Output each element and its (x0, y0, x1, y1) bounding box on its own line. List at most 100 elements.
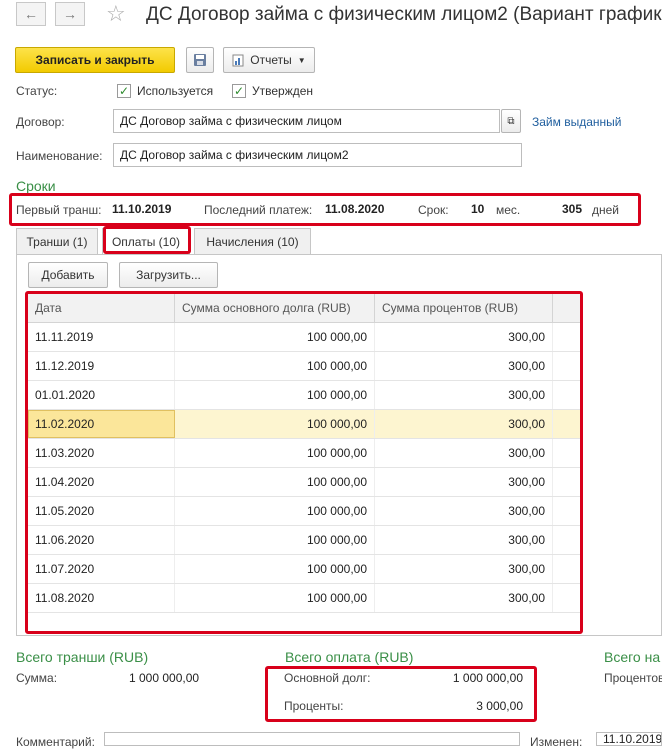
in-use-checkbox[interactable]: ✓ (117, 84, 131, 98)
table-row[interactable]: 11.03.2020 100 000,00 300,00 (28, 439, 580, 468)
cell-principal[interactable]: 100 000,00 (175, 468, 375, 496)
column-interest[interactable]: Сумма процентов (RUB) (375, 293, 553, 322)
first-tranche-value: 11.10.2019 (112, 202, 172, 216)
forward-button[interactable]: → (55, 2, 85, 26)
cell-principal[interactable]: 100 000,00 (175, 497, 375, 525)
cell-principal[interactable]: 100 000,00 (175, 381, 375, 409)
sum-value: 1 000 000,00 (129, 671, 200, 685)
floppy-disk-icon (194, 54, 206, 66)
name-field[interactable]: ДС Договор займа с физическим лицом2 (113, 143, 522, 167)
save-button[interactable] (186, 47, 214, 73)
tab-tranches[interactable]: Транши (1) (16, 228, 98, 254)
arrow-right-icon: → (63, 6, 77, 22)
cell-date[interactable]: 11.03.2020 (28, 439, 175, 467)
contract-type-link[interactable]: Займ выданный (532, 115, 621, 129)
table-header: Дата Сумма основного долга (RUB) Сумма п… (28, 293, 580, 323)
report-icon (232, 54, 244, 66)
cell-date[interactable]: 11.06.2020 (28, 526, 175, 554)
table-row[interactable]: 11.11.2019 100 000,00 300,00 (28, 323, 580, 352)
interest-label: Проценты: (284, 699, 344, 713)
cell-interest[interactable]: 300,00 (375, 352, 553, 380)
table-row[interactable]: 01.01.2020 100 000,00 300,00 (28, 381, 580, 410)
cell-interest[interactable]: 300,00 (375, 410, 553, 438)
changed-field: 11.10.2019 (596, 732, 662, 746)
load-button[interactable]: Загрузить... (119, 262, 218, 288)
cell-filler (553, 526, 580, 554)
comment-label: Комментарий: (16, 735, 95, 749)
contract-field[interactable]: ДС Договор займа с физическим лицом (113, 109, 500, 133)
approved-label: Утвержден (252, 84, 314, 98)
cell-filler (553, 439, 580, 467)
terms-heading: Сроки (16, 178, 56, 194)
column-date[interactable]: Дата (28, 293, 175, 322)
tab-accruals[interactable]: Начисления (10) (194, 228, 311, 254)
cell-interest[interactable]: 300,00 (375, 468, 553, 496)
term-label: Срок: (418, 203, 449, 217)
open-contract-button[interactable]: ⧉ (501, 109, 521, 133)
checkmark-icon: ✓ (233, 84, 245, 98)
cell-principal[interactable]: 100 000,00 (175, 323, 375, 351)
changed-label: Изменен: (530, 735, 583, 749)
cell-date[interactable]: 11.11.2019 (28, 323, 175, 351)
cell-filler (553, 555, 580, 583)
cell-filler (553, 497, 580, 525)
cell-date[interactable]: 11.05.2020 (28, 497, 175, 525)
principal-label: Основной долг: (284, 671, 371, 685)
cell-principal[interactable]: 100 000,00 (175, 439, 375, 467)
tranches-total-heading: Всего транши (RUB) (16, 649, 149, 665)
tab-payments[interactable]: Оплаты (10) (102, 228, 190, 255)
cell-date[interactable]: 11.07.2020 (28, 555, 175, 583)
cell-principal[interactable]: 100 000,00 (175, 584, 375, 612)
cell-date[interactable]: 11.12.2019 (28, 352, 175, 380)
status-label: Статус: (16, 84, 58, 98)
cell-date[interactable]: 11.02.2020 (28, 410, 175, 438)
table-row[interactable]: 11.06.2020 100 000,00 300,00 (28, 526, 580, 555)
term-months-value: 10 (471, 202, 485, 216)
comment-field[interactable] (104, 732, 520, 746)
cell-interest[interactable]: 300,00 (375, 555, 553, 583)
other-total-heading: Всего на (604, 649, 661, 665)
in-use-label: Используется (137, 84, 214, 98)
cell-interest[interactable]: 300,00 (375, 439, 553, 467)
cell-interest[interactable]: 300,00 (375, 497, 553, 525)
term-days-value: 305 (562, 202, 583, 216)
column-principal[interactable]: Сумма основного долга (RUB) (175, 293, 375, 322)
table-row[interactable]: 11.04.2020 100 000,00 300,00 (28, 468, 580, 497)
cell-date[interactable]: 11.04.2020 (28, 468, 175, 496)
reports-menu-button[interactable]: Отчеты ▼ (223, 47, 315, 73)
principal-value: 1 000 000,00 (452, 671, 523, 685)
cell-interest[interactable]: 300,00 (375, 584, 553, 612)
cell-date[interactable]: 11.08.2020 (28, 584, 175, 612)
contract-label: Договор: (16, 115, 65, 129)
interest-value: 3 000,00 (476, 699, 523, 713)
table-row[interactable]: 11.07.2020 100 000,00 300,00 (28, 555, 580, 584)
save-and-close-button[interactable]: Записать и закрыть (15, 47, 175, 73)
cell-filler (553, 381, 580, 409)
table-row[interactable]: 11.12.2019 100 000,00 300,00 (28, 352, 580, 381)
cell-principal[interactable]: 100 000,00 (175, 555, 375, 583)
column-filler (553, 293, 580, 322)
cell-filler (553, 584, 580, 612)
last-payment-value: 11.08.2020 (325, 202, 385, 216)
window-title: ДС Договор займа с физическим лицом2 (Ва… (146, 4, 662, 25)
table-row-selected[interactable]: 11.02.2020 100 000,00 300,00 (28, 410, 580, 439)
arrow-left-icon: ← (24, 6, 38, 22)
favorite-star-icon[interactable]: ☆ (106, 1, 126, 27)
first-tranche-label: Первый транш: (16, 203, 102, 217)
cell-interest[interactable]: 300,00 (375, 323, 553, 351)
reports-label: Отчеты (250, 53, 292, 67)
cell-date[interactable]: 01.01.2020 (28, 381, 175, 409)
approved-checkbox[interactable]: ✓ (232, 84, 246, 98)
back-button[interactable]: ← (16, 2, 46, 26)
cell-interest[interactable]: 300,00 (375, 526, 553, 554)
table-row[interactable]: 11.08.2020 100 000,00 300,00 (28, 584, 580, 613)
cell-principal[interactable]: 100 000,00 (175, 410, 375, 438)
add-button[interactable]: Добавить (28, 262, 108, 288)
cell-principal[interactable]: 100 000,00 (175, 526, 375, 554)
table-row[interactable]: 11.05.2020 100 000,00 300,00 (28, 497, 580, 526)
cell-filler (553, 468, 580, 496)
open-window-icon: ⧉ (507, 115, 515, 127)
cell-principal[interactable]: 100 000,00 (175, 352, 375, 380)
payments-table: Дата Сумма основного долга (RUB) Сумма п… (28, 293, 580, 613)
cell-interest[interactable]: 300,00 (375, 381, 553, 409)
